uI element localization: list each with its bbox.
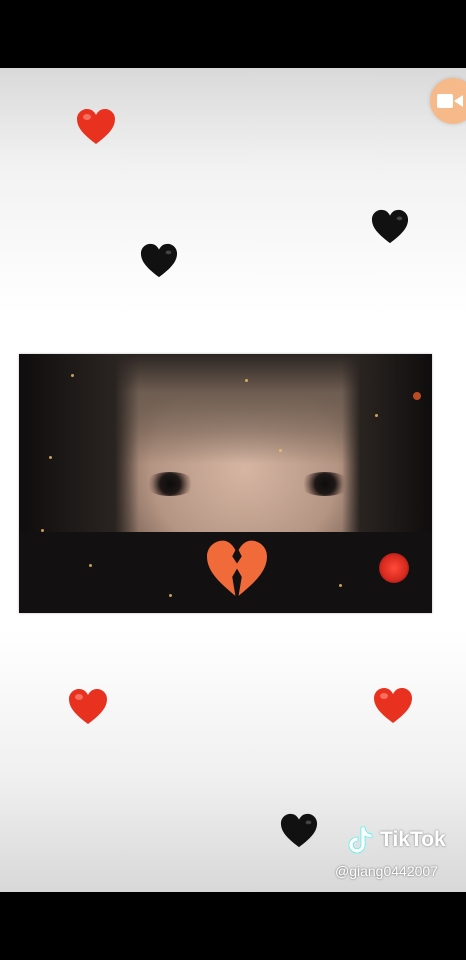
video-canvas[interactable]: TikTok @giang0442007 bbox=[0, 68, 466, 892]
sparkle bbox=[375, 414, 378, 417]
sparkle bbox=[169, 594, 172, 597]
tiktok-wordmark: TikTok bbox=[380, 828, 446, 851]
broken-heart-icon bbox=[207, 540, 267, 596]
red-heart-icon bbox=[374, 688, 412, 723]
hair-left bbox=[19, 354, 139, 554]
black-heart-icon bbox=[140, 243, 178, 278]
sparkle bbox=[49, 456, 52, 459]
sparkle bbox=[339, 584, 342, 587]
creator-handle: @giang0442007 bbox=[335, 863, 438, 879]
tiktok-logo-icon bbox=[348, 826, 373, 854]
red-heart-icon bbox=[69, 689, 107, 724]
top-black-bar bbox=[0, 0, 466, 68]
record-button[interactable] bbox=[430, 78, 466, 124]
sparkle bbox=[279, 449, 282, 452]
sparkle bbox=[89, 564, 92, 567]
left-eye bbox=[144, 472, 196, 496]
right-eye bbox=[299, 472, 351, 496]
black-heart-icon bbox=[280, 813, 318, 848]
sparkle bbox=[71, 374, 74, 377]
red-heart-icon bbox=[77, 109, 115, 144]
hair-right bbox=[342, 354, 432, 554]
sparkle bbox=[41, 529, 44, 532]
sparkle bbox=[413, 392, 421, 400]
black-heart-icon bbox=[371, 209, 409, 244]
girl-eyes-photo bbox=[19, 354, 432, 613]
red-glow-dot bbox=[379, 553, 409, 583]
video-camera-icon bbox=[437, 94, 463, 108]
sparkle bbox=[245, 379, 248, 382]
bottom-black-bar bbox=[0, 892, 466, 960]
